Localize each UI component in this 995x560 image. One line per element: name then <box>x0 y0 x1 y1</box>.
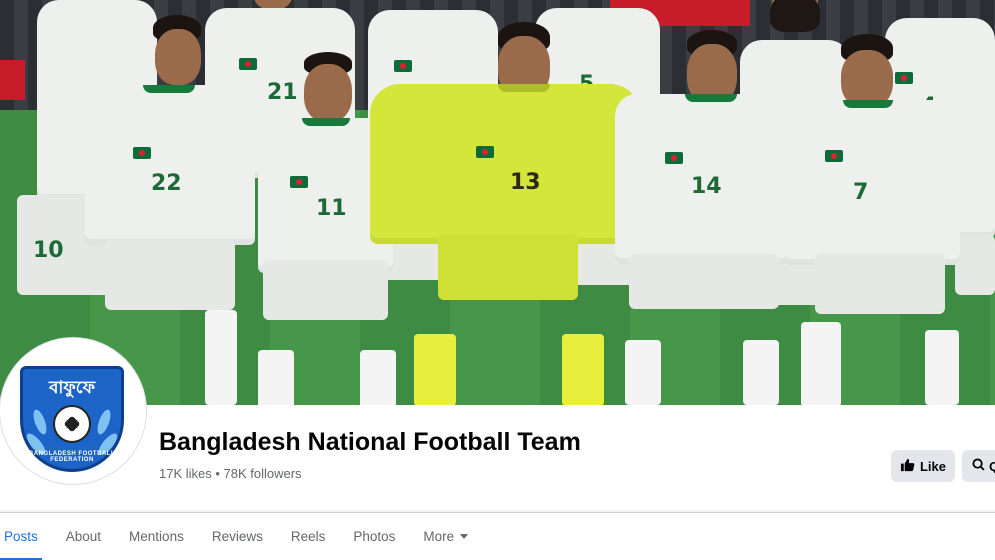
search-button-label: Q <box>989 458 995 474</box>
search-icon <box>972 458 985 474</box>
tab-posts[interactable]: Posts <box>0 513 42 560</box>
like-button-label: Like <box>919 458 946 474</box>
tab-reels[interactable]: Reels <box>291 513 326 560</box>
jersey-number: 11 <box>316 196 347 221</box>
football-icon <box>53 405 91 443</box>
jersey-number: 21 <box>267 80 298 105</box>
profile-header <box>0 405 995 510</box>
tab-more[interactable]: More <box>423 513 469 560</box>
tab-label: Mentions <box>129 529 184 544</box>
jersey-number: 7 <box>853 180 869 205</box>
tab-photos[interactable]: Photos <box>353 513 395 560</box>
laurel-leaf <box>30 408 50 436</box>
search-button[interactable]: Q <box>962 450 995 482</box>
jersey-number: 10 <box>33 238 64 263</box>
crest-ring-text: BANGLADESH FOOTBALL FEDERATION <box>28 451 116 463</box>
federation-crest-logo: বাফুফে BANGLADESH FOOTBALL FEDERATION <box>20 366 124 472</box>
stadium-banner <box>0 60 25 100</box>
tab-about[interactable]: About <box>66 513 101 560</box>
tab-label: Posts <box>4 529 38 544</box>
laurel-leaf <box>94 408 114 436</box>
crest-text: বাফুফে <box>48 378 96 398</box>
tab-label: Reels <box>290 529 326 544</box>
jersey-number: 22 <box>151 171 182 196</box>
tab-reviews[interactable]: Reviews <box>212 513 263 560</box>
tab-label: More <box>423 529 455 544</box>
profile-picture[interactable]: বাফুফে BANGLADESH FOOTBALL FEDERATION <box>0 338 146 484</box>
thumbs-up-icon <box>900 458 915 475</box>
like-button[interactable]: Like <box>891 450 955 482</box>
page-tabs: Posts About Mentions Reviews Reels Photo… <box>0 512 995 560</box>
cover-photo[interactable]: 10 21 17 5 4 22 <box>0 0 995 405</box>
tab-label: About <box>65 529 102 544</box>
page-title: Bangladesh National Football Team <box>159 428 581 456</box>
caret-down-icon <box>460 534 469 539</box>
tab-label: Reviews <box>211 529 263 544</box>
jersey-number: 13 <box>510 170 541 195</box>
tab-mentions[interactable]: Mentions <box>129 513 184 560</box>
page-stats[interactable]: 17K likes • 78K followers <box>159 466 302 481</box>
jersey-number: 14 <box>691 174 722 199</box>
tab-label: Photos <box>353 529 396 544</box>
